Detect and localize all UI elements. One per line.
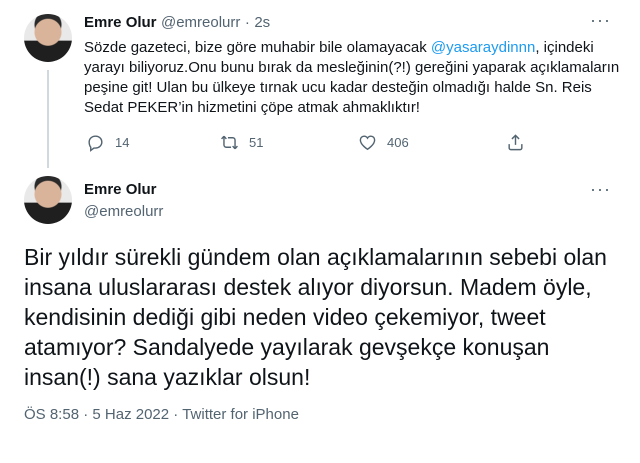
share-button[interactable]: [506, 133, 525, 152]
retweet-count: 51: [249, 135, 264, 150]
author-handle[interactable]: @emreolurr: [161, 14, 240, 31]
author-name[interactable]: Emre Olur: [84, 14, 157, 31]
avatar[interactable]: [24, 14, 72, 62]
tweet1-text-before: Sözde gazeteci, bize göre muhabir bile o…: [84, 39, 431, 56]
like-count: 406: [387, 135, 409, 150]
tweet-metadata: ÖS 8:58 · 5 Haz 2022 · Twitter for iPhon…: [24, 406, 299, 423]
reply-button[interactable]: 14: [86, 133, 129, 152]
author-name[interactable]: Emre Olur: [84, 181, 157, 198]
thread-line: [47, 70, 49, 168]
tweet1-header: Emre Olur @emreolurr · 2s: [84, 14, 270, 32]
mention-link[interactable]: @yasaraydinnn: [431, 39, 535, 56]
retweet-button[interactable]: 51: [220, 133, 263, 152]
more-icon[interactable]: ···: [590, 10, 611, 31]
more-icon[interactable]: ···: [590, 179, 611, 200]
tweet-time[interactable]: 2s: [254, 14, 270, 31]
separator: ·: [83, 406, 89, 423]
tweet2-author-name: Emre Olur: [84, 181, 157, 199]
avatar[interactable]: [24, 176, 72, 224]
tweet1-text: Sözde gazeteci, bize göre muhabir bile o…: [84, 38, 629, 118]
reply-icon: [88, 135, 103, 152]
tweet-time[interactable]: ÖS 8:58: [24, 406, 79, 423]
retweet-icon: [221, 135, 238, 150]
separator: ·: [173, 406, 179, 423]
share-icon: [508, 134, 523, 151]
like-button[interactable]: 406: [358, 133, 409, 152]
separator: ·: [244, 14, 250, 31]
author-handle[interactable]: @emreolurr: [84, 203, 163, 220]
reply-count: 14: [115, 135, 130, 150]
tweet2-text: Bir yıldır sürekli gündem olan açıklamal…: [24, 244, 607, 390]
tweet-source[interactable]: Twitter for iPhone: [182, 406, 299, 423]
tweet-date[interactable]: 5 Haz 2022: [92, 406, 169, 423]
like-icon: [359, 135, 376, 151]
